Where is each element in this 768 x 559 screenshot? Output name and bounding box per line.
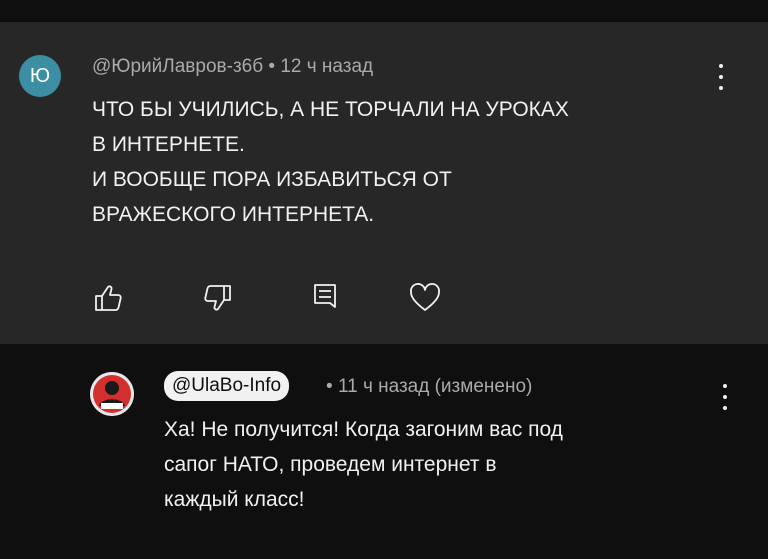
reply-line: каждый класс!	[164, 488, 305, 511]
reply-avatar[interactable]	[90, 372, 134, 416]
comment-menu-icon[interactable]	[718, 64, 724, 90]
comment-actions	[92, 281, 452, 315]
author-avatar[interactable]: Ю	[19, 55, 61, 97]
reply-author: @UlaBo-Info	[172, 375, 282, 396]
reply-text: Ха! Не получится! Когда загоним вас под …	[164, 412, 734, 517]
reply-time[interactable]: 11 ч назад (изменено)	[338, 376, 532, 397]
meta-separator: •	[326, 376, 338, 397]
author-badge[interactable]: @UlaBo-Info	[164, 371, 290, 401]
comment-line: В ИНТЕРНЕТЕ.	[92, 133, 245, 156]
heart-icon[interactable]	[408, 281, 442, 315]
reply-icon[interactable]	[308, 281, 342, 315]
comment-line: И ВООБЩЕ ПОРА ИЗБАВИТЬСЯ ОТ	[92, 168, 452, 191]
reply-line: Ха! Не получится! Когда загоним вас под	[164, 418, 563, 441]
meta-separator: •	[268, 56, 281, 77]
comment-time[interactable]: 12 ч назад	[280, 56, 373, 77]
comment-text: ЧТО БЫ УЧИЛИСЬ, А НЕ ТОРЧАЛИ НА УРОКАХ В…	[92, 92, 732, 232]
comment-meta: @ЮрийЛавров-з6б • 12 ч назад	[92, 56, 373, 78]
comment-line: ЧТО БЫ УЧИЛИСЬ, А НЕ ТОРЧАЛИ НА УРОКАХ	[92, 98, 569, 121]
dislike-icon[interactable]	[200, 281, 234, 315]
comment-author[interactable]: @ЮрийЛавров-з6б	[92, 56, 263, 77]
top-bar	[0, 0, 768, 22]
like-icon[interactable]	[92, 281, 126, 315]
reply-avatar-image	[90, 372, 134, 416]
comment-line: ВРАЖЕСКОГО ИНТЕРНЕТА.	[92, 203, 375, 226]
reply-line: сапог НАТО, проведем интернет в	[164, 453, 497, 476]
avatar-letter: Ю	[29, 64, 51, 87]
reply-menu-icon[interactable]	[722, 384, 728, 410]
reply-meta: • 11 ч назад (изменено)	[326, 376, 532, 398]
